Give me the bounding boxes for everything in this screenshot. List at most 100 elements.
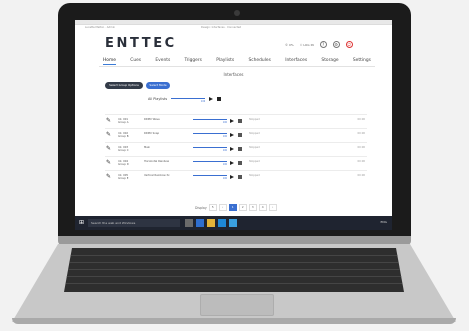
windows-start-icon[interactable]: ⊞ (79, 220, 85, 226)
nav-events[interactable]: Events (155, 58, 170, 65)
page-4-button[interactable]: 4 (258, 204, 267, 211)
header-actions: © 0% ⚇ LOG IN ? ⚙ ⏻ (285, 41, 353, 48)
enttec-app: Lucette Melton · Admin Design: Interface… (75, 20, 392, 216)
row-name: Horizontal Rainbow (144, 160, 170, 163)
all-intensity-slider[interactable]: 100 (171, 96, 206, 103)
nav-home[interactable]: Home (103, 58, 116, 65)
row-time: 00:00 (357, 146, 365, 149)
row-status: Stopped (249, 146, 260, 149)
page-2-button[interactable]: 2 (238, 204, 247, 211)
group-options-button[interactable]: Select Group Options (105, 82, 143, 89)
slider-value: 100 (200, 99, 206, 103)
nav-cues[interactable]: Cues (130, 58, 141, 65)
settings-icon[interactable]: ⚙ (332, 41, 340, 48)
nav-storage[interactable]: Storage (321, 58, 338, 65)
table-row: ✎ Int. 005 Group E Vertical Rainbow 3x 10… (105, 170, 367, 184)
row-play-icon[interactable] (230, 119, 234, 123)
task-view-icon[interactable] (185, 219, 193, 227)
next-page-button[interactable]: › (268, 204, 277, 211)
row-id: Int. 001 Group A (118, 117, 129, 124)
page-title: Interfaces (223, 72, 244, 77)
row-id: Int. 005 Group E (118, 173, 129, 180)
mail-icon[interactable] (229, 219, 237, 227)
row-intensity-slider[interactable]: 100 (193, 117, 227, 124)
row-id: Int. 002 Group B (118, 131, 129, 138)
edit-icon[interactable]: ✎ (106, 146, 112, 152)
webcam-icon (234, 10, 240, 16)
nav-triggers[interactable]: Triggers (185, 58, 202, 65)
pagination: Display 5 ‹ 1 2 3 4 › (195, 204, 277, 211)
main-nav: Home Cues Events Triggers Playlists Sche… (103, 58, 371, 65)
windows-taskbar: ⊞ Search the web and Windows ENG (75, 216, 392, 230)
play-all-icon[interactable] (209, 97, 214, 101)
row-intensity-slider[interactable]: 100 (193, 145, 227, 152)
row-time: 00:00 (357, 132, 365, 135)
login-link[interactable]: ⚇ LOG IN (300, 43, 314, 47)
nav-schedules[interactable]: Schedules (248, 58, 270, 65)
edit-icon[interactable]: ✎ (106, 118, 112, 124)
laptop-hinge (58, 236, 411, 245)
row-id: Int. 003 Group C (118, 145, 129, 152)
stop-all-icon[interactable] (217, 97, 222, 101)
store-icon[interactable] (218, 219, 226, 227)
row-status: Stopped (249, 118, 260, 121)
row-stop-icon[interactable] (238, 160, 242, 165)
edit-icon[interactable]: ✎ (106, 174, 112, 180)
per-page-select[interactable]: 5 (208, 204, 217, 211)
taskbar-search-input[interactable]: Search the web and Windows (88, 219, 180, 227)
row-play-icon[interactable] (230, 147, 234, 151)
help-icon[interactable]: ? (319, 41, 327, 48)
system-tray[interactable]: ENG (381, 220, 387, 224)
connection-info: Design: Interfaces · Connected (201, 26, 242, 29)
pager-label: Display (195, 205, 207, 210)
power-icon[interactable]: ⏻ (345, 41, 353, 48)
page-1-button[interactable]: 1 (228, 204, 237, 211)
page-3-button[interactable]: 3 (248, 204, 257, 211)
row-status: Stopped (249, 160, 260, 163)
prev-page-button[interactable]: ‹ (218, 204, 227, 211)
interfaces-table: ✎ Int. 001 Group A RDMX Wave 100 Stopped … (105, 114, 367, 184)
row-name: RDMX Wave (144, 118, 160, 121)
row-stop-icon[interactable] (238, 174, 242, 179)
edge-browser-icon[interactable] (196, 219, 204, 227)
row-name: RDMX Snap (144, 132, 160, 135)
row-time: 00:00 (357, 174, 365, 177)
row-name: Vertical Rainbow 3x (144, 174, 170, 177)
keyboard (64, 248, 404, 292)
all-playlists-control: All Playlists 100 (148, 96, 222, 103)
row-intensity-slider[interactable]: 100 (193, 159, 227, 166)
row-stop-icon[interactable] (238, 118, 242, 123)
all-playlists-label: All Playlists (148, 97, 168, 101)
select-mode-button[interactable]: Select Mode (146, 82, 170, 89)
edit-icon[interactable]: ✎ (106, 132, 112, 138)
nav-interfaces[interactable]: Interfaces (285, 58, 307, 65)
row-play-icon[interactable] (230, 161, 234, 165)
row-play-icon[interactable] (230, 133, 234, 137)
row-status: Stopped (249, 174, 260, 177)
nav-playlists[interactable]: Playlists (216, 58, 234, 65)
touchpad (200, 294, 274, 316)
nav-settings[interactable]: Settings (353, 58, 371, 65)
file-explorer-icon[interactable] (207, 219, 215, 227)
brand-logo: ENTTEC (105, 36, 177, 51)
row-time: 00:00 (357, 118, 365, 121)
row-intensity-slider[interactable]: 100 (193, 131, 227, 138)
nav-divider (99, 66, 375, 67)
status-readout: © 0% (285, 42, 294, 47)
user-info: Lucette Melton · Admin (85, 26, 116, 29)
table-row: ✎ Int. 003 Group C Main 100 Stopped 00:00 (105, 142, 367, 156)
row-play-icon[interactable] (230, 175, 234, 179)
row-name: Main (144, 146, 151, 149)
table-row: ✎ Int. 004 Group D Horizontal Rainbow 100… (105, 156, 367, 170)
taskbar-apps (185, 219, 237, 227)
row-time: 00:00 (357, 160, 365, 163)
row-id: Int. 004 Group D (118, 159, 129, 166)
browser-bar (75, 20, 392, 25)
row-stop-icon[interactable] (238, 146, 242, 151)
laptop-front-edge (12, 318, 456, 324)
edit-icon[interactable]: ✎ (106, 160, 112, 166)
row-intensity-slider[interactable]: 100 (193, 173, 227, 180)
table-row: ✎ Int. 001 Group A RDMX Wave 100 Stopped … (105, 114, 367, 128)
row-status: Stopped (249, 132, 260, 135)
row-stop-icon[interactable] (238, 132, 242, 137)
